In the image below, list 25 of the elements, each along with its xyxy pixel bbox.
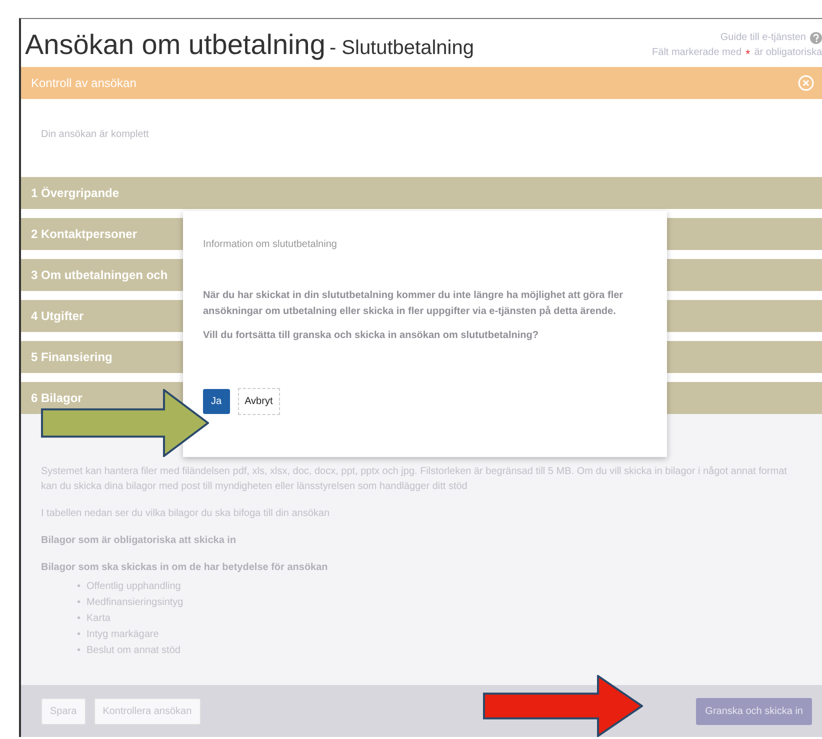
- status-message: Din ansökan är komplett: [40, 128, 150, 142]
- cancel-button[interactable]: Avbryt: [238, 388, 280, 415]
- help-icon[interactable]: [810, 32, 822, 44]
- footer-button[interactable]: Spara: [41, 698, 86, 724]
- section-header[interactable]: 1 Övergripande: [21, 177, 822, 209]
- help-link[interactable]: Guide till e-tjänsten: [720, 30, 806, 45]
- confirm-button[interactable]: Ja: [203, 389, 230, 414]
- close-icon[interactable]: [798, 75, 814, 91]
- panel-title: Kontroll av ansökan: [31, 75, 136, 92]
- group-heading: Bilagor som ska skickas in om de har betydelse för ansökan: [41, 561, 329, 575]
- bullet-mark: •: [77, 628, 81, 642]
- bullet-mark: •: [77, 596, 81, 610]
- modal-text: När du har skickat in din slututbetalning kommer du inte längre ha möjlighet att göra fler ansökningar om utbetalning eller skicka in fler uppgifter via e-tjänsten på detta ärende.: [203, 289, 624, 319]
- footer-button[interactable]: Kontrollera ansökan: [94, 698, 201, 724]
- required-note: Fält markerade med: [652, 46, 742, 60]
- modal-title: Information om slututbetalning: [203, 238, 337, 252]
- required-note: är obligatoriska: [754, 46, 822, 60]
- page-subtitle: - Slututbetalning: [329, 37, 474, 59]
- bullet-mark: •: [77, 580, 81, 594]
- group-heading: Bilagor som är obligatoriska att skicka in: [41, 534, 238, 548]
- bullet-mark: •: [77, 612, 81, 626]
- modal-text: Vill du fortsätta till granska och skicka in ansökan om slututbetalning?: [203, 329, 540, 343]
- page-title: Ansökan om utbetalning: [25, 29, 326, 60]
- bullet-mark: •: [77, 644, 81, 658]
- required-mark: *: [746, 46, 750, 63]
